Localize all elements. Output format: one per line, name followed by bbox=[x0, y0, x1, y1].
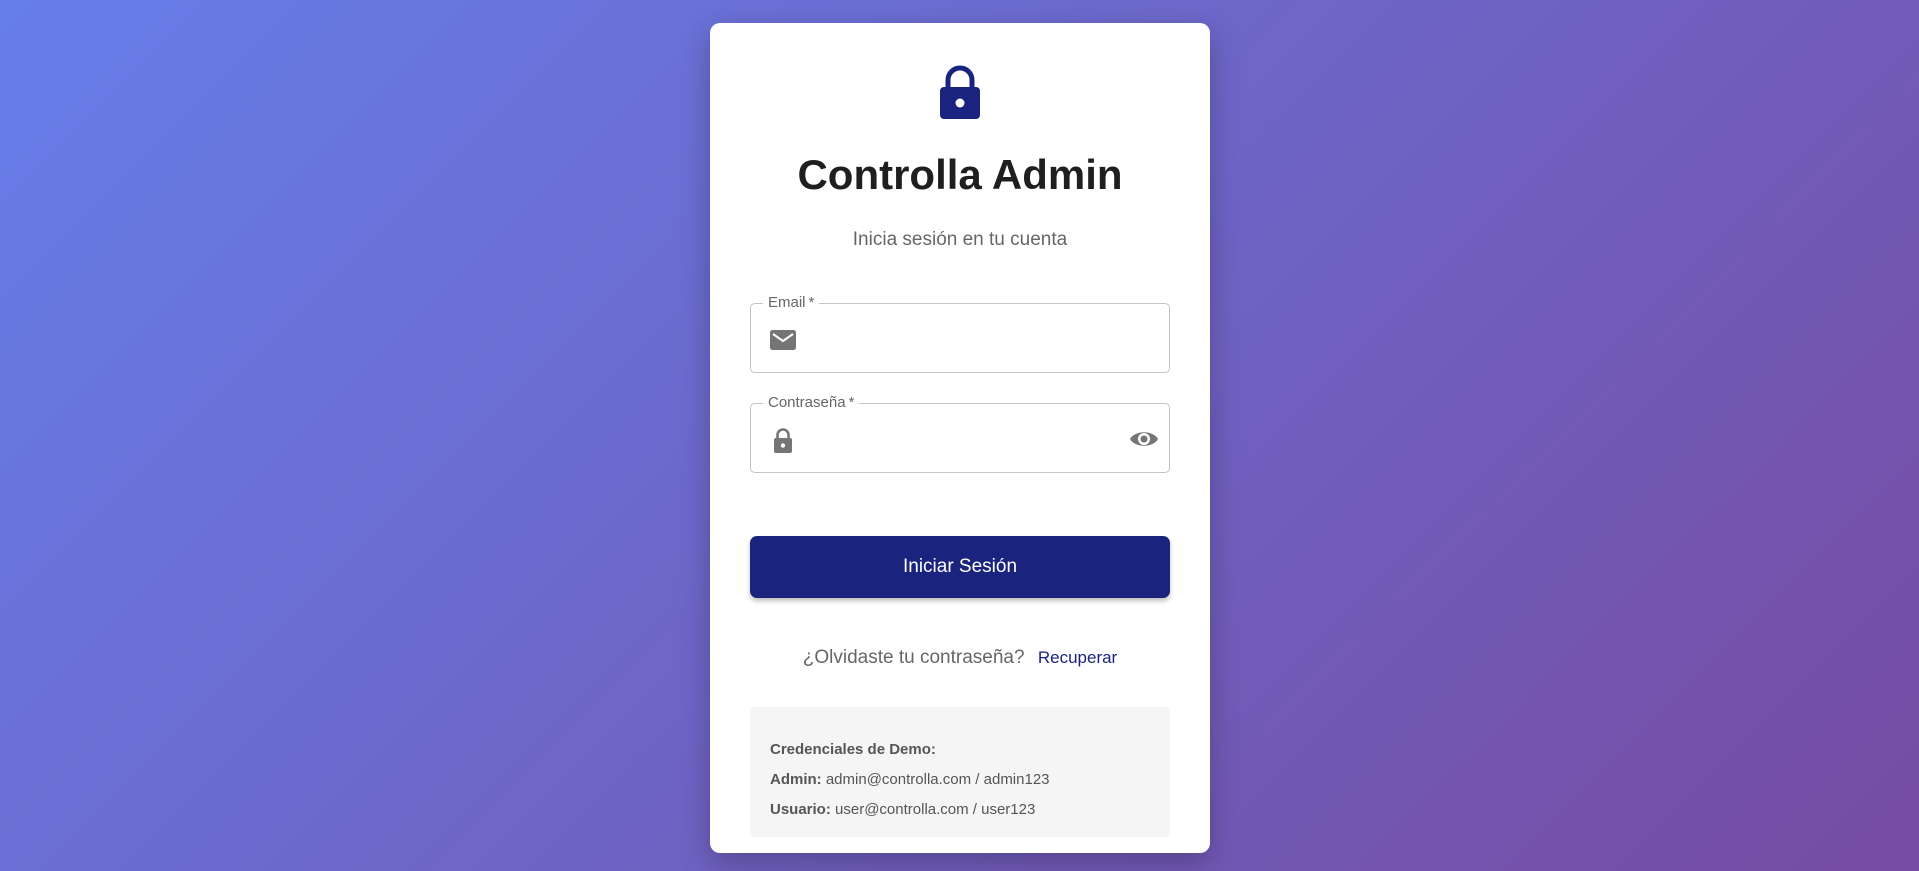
email-label-text: Email bbox=[768, 294, 806, 311]
page-subtitle: Inicia sesión en tu cuenta bbox=[852, 229, 1068, 250]
lock-icon bbox=[774, 428, 792, 453]
demo-credentials-box: Credenciales de Demo: Admin: admin@contr… bbox=[750, 707, 1170, 837]
recover-link[interactable]: Recuperar bbox=[1038, 648, 1117, 667]
forgot-password-text: ¿Olvidaste tu contraseña? bbox=[802, 647, 1025, 668]
demo-heading: Credenciales de Demo: bbox=[770, 741, 936, 758]
forgot-password-row: ¿Olvidaste tu contraseña? Recuperar bbox=[710, 647, 1210, 669]
lock-icon bbox=[940, 65, 980, 119]
demo-admin-label: Admin: bbox=[770, 771, 822, 788]
required-mark: * bbox=[848, 394, 855, 411]
login-button[interactable]: Iniciar Sesión bbox=[750, 536, 1170, 598]
demo-admin-value: admin@controlla.com / admin123 bbox=[825, 771, 1050, 788]
password-label: Contraseña * bbox=[763, 394, 860, 412]
mail-icon bbox=[770, 330, 796, 350]
password-input[interactable] bbox=[811, 418, 1109, 460]
password-field[interactable]: Contraseña * bbox=[750, 394, 1170, 473]
eye-icon[interactable] bbox=[1129, 426, 1159, 452]
email-field[interactable]: Email * bbox=[750, 294, 1170, 373]
required-mark: * bbox=[808, 294, 815, 311]
demo-user-value: user@controlla.com / user123 bbox=[835, 801, 1036, 818]
demo-user-label: Usuario: bbox=[770, 801, 831, 818]
email-label: Email * bbox=[763, 294, 820, 312]
page-title: Controlla Admin bbox=[797, 151, 1123, 198]
login-card: Controlla Admin Inicia sesión en tu cuen… bbox=[710, 23, 1210, 853]
email-input[interactable] bbox=[811, 318, 1109, 360]
password-label-text: Contraseña bbox=[768, 394, 846, 411]
